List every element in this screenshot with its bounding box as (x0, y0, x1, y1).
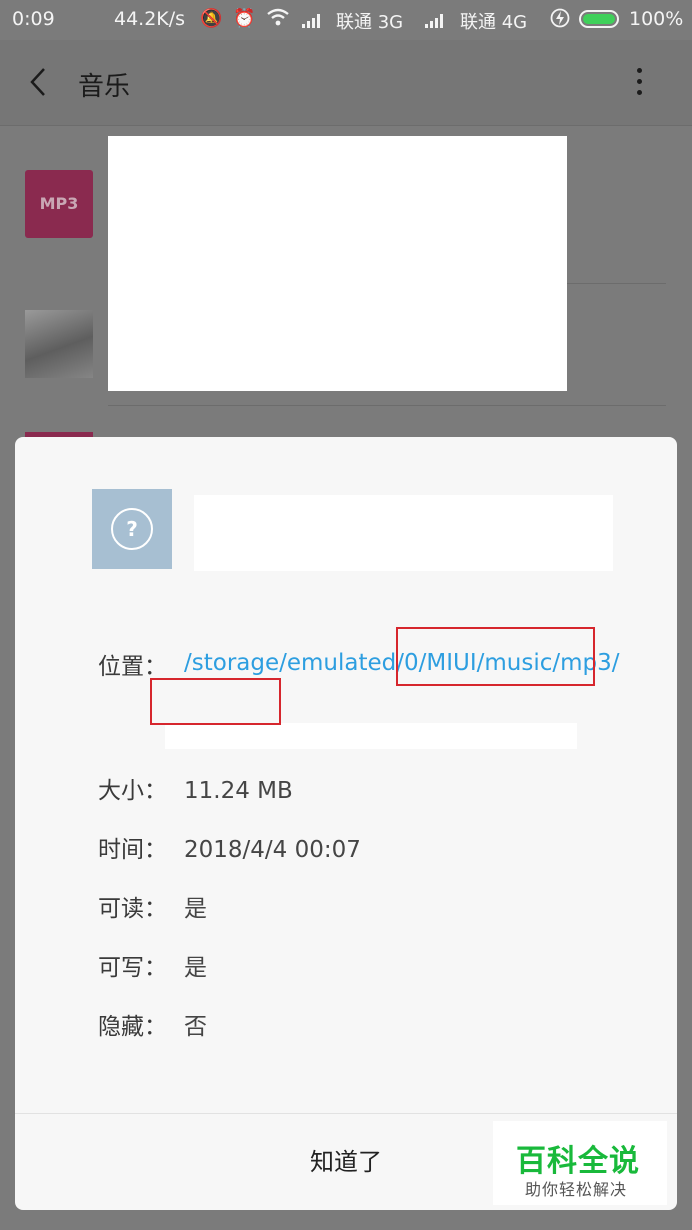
clock: 0:09 (12, 8, 55, 30)
location-row: 位置： (98, 647, 184, 681)
mute-icon: 🔕 (200, 8, 223, 29)
writable-label: 可写： (98, 955, 167, 981)
question-icon: ? (111, 508, 153, 550)
signal-icon (425, 13, 447, 28)
time-label: 时间： (98, 837, 167, 863)
charging-icon (550, 8, 570, 33)
hidden-row: 隐藏： 否 (98, 1007, 207, 1041)
carrier-3g: 联通 3G (336, 12, 404, 33)
app-bar: 音乐 (0, 40, 692, 126)
alarm-icon: ⏰ (233, 8, 256, 29)
highlight-box (396, 627, 595, 686)
watermark-title: 百科全说 (516, 1144, 640, 1179)
size-value: 11.24 MB (184, 778, 293, 804)
watermark-subtitle: 助你轻松解决 (525, 1180, 628, 1199)
readable-value: 是 (184, 896, 207, 922)
time-value: 2018/4/4 00:07 (184, 837, 361, 863)
list-divider (108, 405, 666, 406)
battery-icon (579, 10, 619, 28)
writable-value: 是 (184, 955, 207, 981)
dialog-footer: 知道了 百科全说 助你轻松解决 (15, 1113, 677, 1210)
path-redaction (165, 723, 577, 749)
hidden-value: 否 (184, 1014, 207, 1040)
carrier-4g: 联通 4G (460, 12, 528, 33)
wifi-icon (266, 8, 290, 31)
status-bar: 0:09 44.2K/s 🔕 ⏰ 联通 3G 联通 4G 100% (0, 0, 692, 40)
mp3-file-icon[interactable]: MP3 (25, 170, 93, 238)
writable-row: 可写： 是 (98, 948, 207, 982)
redaction-block (108, 136, 567, 391)
network-speed: 44.2K/s (114, 8, 186, 30)
page-title: 音乐 (78, 72, 131, 102)
back-icon[interactable] (28, 66, 48, 98)
hidden-label: 隐藏： (98, 1014, 167, 1040)
unknown-file-icon: ? (92, 489, 172, 569)
more-options-icon[interactable] (632, 66, 648, 98)
file-details-dialog: ? 位置： /storage/emulated/0/MIUI/music/mp3… (15, 437, 677, 1210)
time-row: 时间： 2018/4/4 00:07 (98, 830, 361, 864)
signal-icon (302, 13, 324, 28)
size-label: 大小： (98, 778, 167, 804)
battery-percent: 100% (629, 8, 684, 30)
location-label: 位置： (98, 654, 167, 680)
size-row: 大小： 11.24 MB (98, 771, 293, 805)
readable-label: 可读： (98, 896, 167, 922)
album-cover-thumbnail[interactable] (25, 310, 93, 378)
highlight-box (150, 678, 281, 725)
readable-row: 可读： 是 (98, 889, 207, 923)
file-name-redacted (194, 495, 613, 571)
